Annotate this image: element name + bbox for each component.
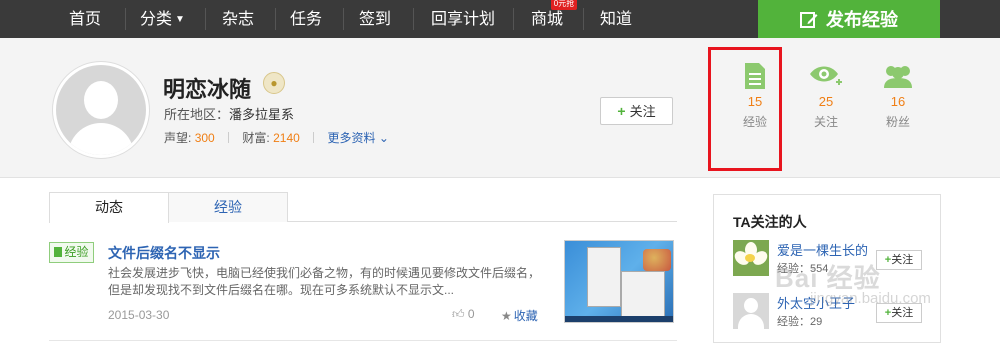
publish-label: 发布经验 xyxy=(826,10,898,30)
follow-button[interactable]: +关注 xyxy=(600,97,673,125)
chevron-down-icon: ⌄ xyxy=(378,131,389,145)
user-name-link[interactable]: 爱是一棵生长的 xyxy=(777,240,868,259)
nav-separator xyxy=(413,8,414,30)
stat-following-label: 关注 xyxy=(813,115,838,129)
stat-fans-value: 16 xyxy=(890,94,906,109)
follow-label: 关注 xyxy=(891,307,914,319)
more-info-link[interactable]: 更多资料 ⌄ xyxy=(327,131,388,145)
highlight-annotation-box xyxy=(708,47,782,171)
thumbs-up-icon: 👍︎ xyxy=(452,307,465,321)
chevron-down-icon: ▼ xyxy=(175,14,185,25)
nav-zhidao[interactable]: 知道 xyxy=(600,0,632,38)
follow-label: 关注 xyxy=(891,254,914,266)
post-title-link[interactable]: 文件后缀名不显示 xyxy=(108,243,220,263)
favorite-button[interactable]: ★ 收藏 xyxy=(501,307,538,324)
experience-badge-label: 经验 xyxy=(64,245,89,259)
plus-icon: + xyxy=(617,103,626,119)
stat-fans[interactable]: 16 粉丝 xyxy=(868,62,928,130)
nav-home[interactable]: 首页 xyxy=(69,0,101,38)
star-icon: ★ xyxy=(501,309,512,323)
profile-header: 明恋冰随 ● 所在地区：潘多拉星系 声望: 300 财富: 2140 更多资料 … xyxy=(0,38,1000,178)
reputation-value: 300 xyxy=(194,131,215,145)
nav-magazine[interactable]: 杂志 xyxy=(222,0,254,38)
following-panel-title: TA关注的人 xyxy=(733,214,807,230)
nav-category-label: 分类 xyxy=(140,11,173,28)
post-thumbnail[interactable] xyxy=(564,240,674,323)
watermark-url: jingyan.baidu.com xyxy=(810,290,931,307)
nav-separator xyxy=(513,8,514,30)
nav-share-plan[interactable]: 回享计划 xyxy=(431,0,495,38)
profile-name: 明恋冰随 xyxy=(163,77,252,102)
user-experience: 经验：29 xyxy=(777,316,823,328)
eye-plus-icon xyxy=(796,62,856,92)
nav-task[interactable]: 任务 xyxy=(290,0,322,38)
publish-experience-button[interactable]: 发布经验 xyxy=(758,0,940,38)
content-tabs: 动态 经验 xyxy=(49,192,677,223)
edit-icon xyxy=(800,3,818,43)
post-date: 2015-03-30 xyxy=(108,308,170,322)
nav-separator xyxy=(275,8,276,30)
favorite-label: 收藏 xyxy=(513,309,538,323)
tab-activity[interactable]: 动态 xyxy=(49,192,169,223)
wealth-value: 2140 xyxy=(273,131,300,145)
nav-category[interactable]: 分类 ▼ xyxy=(140,0,185,38)
nav-separator xyxy=(205,8,206,30)
nav-separator xyxy=(343,8,344,30)
location-label: 所在地区： xyxy=(164,107,230,122)
like-button[interactable]: 👍︎ 0 xyxy=(452,307,475,322)
profile-location: 所在地区：潘多拉星系 xyxy=(164,104,294,123)
avatar[interactable] xyxy=(733,240,769,276)
follow-label: 关注 xyxy=(629,104,656,119)
nav-separator xyxy=(125,8,126,30)
avatar[interactable] xyxy=(733,293,769,329)
tab-experience[interactable]: 经验 xyxy=(168,192,288,222)
feed-item: 经验 文件后缀名不显示 社会发展进步飞快，电脑已经使我们必备之物，有的时候遇见要… xyxy=(49,222,677,340)
wealth-label: 财富: xyxy=(242,131,270,145)
mall-promo-badge: 0元抢 xyxy=(551,0,577,10)
divider xyxy=(49,340,677,341)
profile-stats-line: 声望: 300 财富: 2140 更多资料 ⌄ xyxy=(164,129,389,146)
medal-icon[interactable]: ● xyxy=(263,72,285,94)
post-summary: 社会发展进步飞快，电脑已经使我们必备之物，有的时候遇见要修改文件后缀名，但是却发… xyxy=(108,266,541,297)
top-navigation: 首页 分类 ▼ 杂志 任务 签到 回享计划 商城 0元抢 知道 发布经验 xyxy=(0,0,1000,38)
reputation-label: 声望: xyxy=(164,131,192,145)
nav-checkin[interactable]: 签到 xyxy=(359,0,391,38)
experience-badge: 经验 xyxy=(49,242,94,263)
location-value: 潘多拉星系 xyxy=(229,107,295,122)
like-count: 0 xyxy=(467,307,475,321)
users-icon xyxy=(868,62,928,92)
stat-fans-label: 粉丝 xyxy=(885,115,910,129)
avatar xyxy=(52,61,150,159)
follow-button[interactable]: +关注 xyxy=(876,250,922,270)
document-icon xyxy=(54,247,63,257)
stat-following[interactable]: 25 关注 xyxy=(796,62,856,130)
more-info-label: 更多资料 xyxy=(327,131,376,145)
stat-following-value: 25 xyxy=(818,94,834,109)
nav-separator xyxy=(583,8,584,30)
